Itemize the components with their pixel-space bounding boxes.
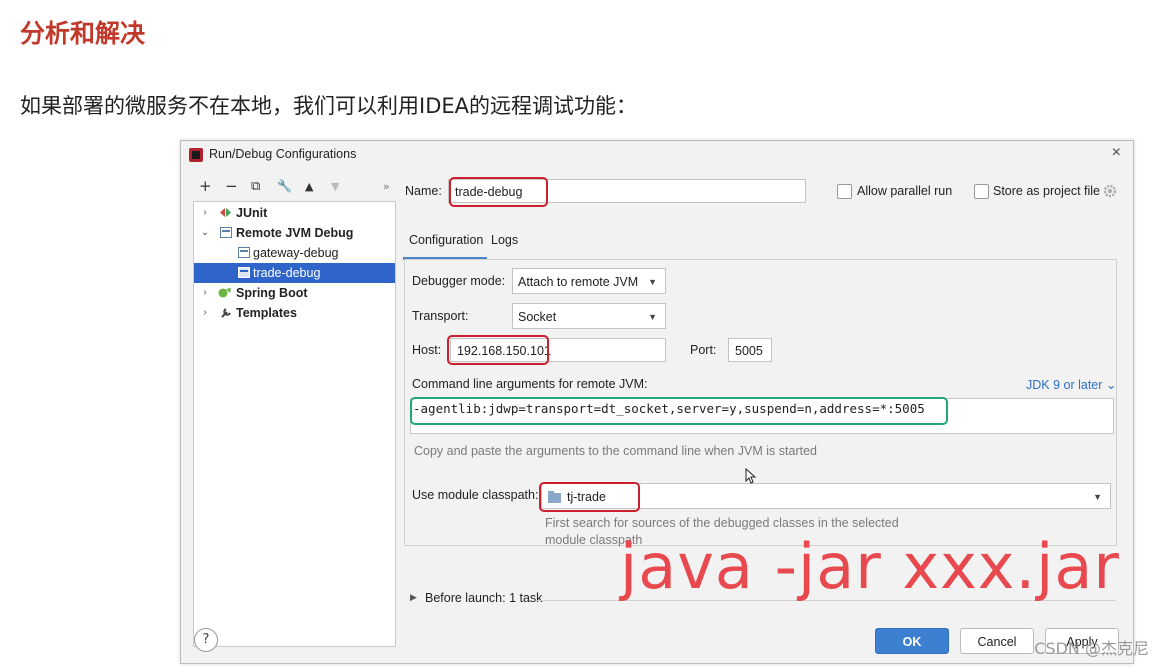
debugger-mode-select[interactable]: Attach to remote JVM ▼ <box>512 268 666 294</box>
close-icon[interactable]: × <box>1112 144 1121 162</box>
tree-item-label: JUnit <box>236 206 268 220</box>
chevron-right-icon[interactable]: › <box>200 203 210 223</box>
remove-icon[interactable]: − <box>225 177 238 195</box>
dropdown-caret-icon: ▼ <box>648 312 657 322</box>
tree-item-gateway-debug[interactable]: gateway-debug <box>194 243 395 263</box>
tree-item-spring-boot[interactable]: › Spring Boot <box>194 283 395 303</box>
port-field[interactable]: 5005 <box>728 338 772 362</box>
expand-panel-icon[interactable]: » <box>383 180 390 193</box>
tab-configuration[interactable]: Configuration <box>409 233 483 247</box>
copy-icon[interactable]: ⧉ <box>251 179 260 194</box>
host-highlight <box>447 335 549 365</box>
cancel-button[interactable]: Cancel <box>960 628 1034 654</box>
remote-jvm-icon <box>220 227 232 238</box>
debugger-mode-value: Attach to remote JVM <box>518 275 639 289</box>
spring-boot-icon <box>218 288 231 298</box>
cmd-args-hint: Copy and paste the arguments to the comm… <box>414 444 817 458</box>
move-up-icon[interactable]: ▲ <box>305 180 313 193</box>
move-down-icon[interactable]: ▼ <box>331 180 339 193</box>
mouse-cursor-icon <box>745 468 757 484</box>
remote-config-icon <box>238 247 250 258</box>
before-launch-toggle[interactable]: Before launch: 1 task <box>425 591 542 605</box>
dropdown-caret-icon: ▼ <box>1093 492 1102 502</box>
module-highlight <box>539 482 640 512</box>
gear-icon[interactable] <box>1103 184 1117 198</box>
tree-item-label: Templates <box>236 306 297 320</box>
slide-text: 如果部署的微服务不在本地，我们可以利用IDEA的远程调试功能： <box>20 94 637 118</box>
tree-item-templates[interactable]: › Templates <box>194 303 395 323</box>
wrench-icon <box>221 308 231 318</box>
watermark: CSDN @杰克尼 <box>1034 639 1149 658</box>
name-highlight <box>449 177 548 207</box>
store-project-label: Store as project file <box>993 184 1100 198</box>
config-tree: › JUnit ⌄ Remote JVM Debug gateway-debug… <box>193 201 396 647</box>
port-label: Port: <box>690 343 717 357</box>
tree-item-label: trade-debug <box>253 266 321 280</box>
overlay-annotation: java -jar xxx.jar <box>620 530 1120 603</box>
chevron-right-icon[interactable]: › <box>200 303 210 323</box>
tab-logs[interactable]: Logs <box>491 233 518 247</box>
ok-button[interactable]: OK <box>875 628 949 654</box>
dropdown-caret-icon: ▼ <box>648 277 657 287</box>
transport-value: Socket <box>518 310 557 324</box>
cmd-args-label: Command line arguments for remote JVM: <box>412 377 648 391</box>
cmd-args-highlight <box>410 397 948 425</box>
chevron-right-icon[interactable]: ▶ <box>410 592 417 603</box>
dialog-titlebar: Run/Debug Configurations × <box>181 141 1133 169</box>
tree-item-junit[interactable]: › JUnit <box>194 203 395 223</box>
name-label: Name: <box>405 184 442 198</box>
intellij-idea-icon <box>189 148 203 162</box>
tree-item-label: gateway-debug <box>253 246 339 260</box>
slide-title: 分析和解决 <box>20 19 146 48</box>
remote-config-icon <box>238 267 250 278</box>
allow-parallel-label: Allow parallel run <box>857 184 953 198</box>
chevron-right-icon[interactable]: › <box>200 283 210 303</box>
module-classpath-label: Use module classpath: <box>412 488 539 502</box>
host-label: Host: <box>412 343 442 357</box>
allow-parallel-checkbox[interactable] <box>837 184 852 199</box>
store-project-checkbox[interactable] <box>974 184 989 199</box>
jdk-version-link[interactable]: JDK 9 or later ⌄ <box>1026 377 1116 392</box>
dialog-title: Run/Debug Configurations <box>209 147 357 161</box>
add-icon[interactable]: + <box>199 177 212 195</box>
module-hint-line1: First search for sources of the debugged… <box>545 516 899 530</box>
transport-select[interactable]: Socket ▼ <box>512 303 666 329</box>
wrench-icon[interactable]: 🔧 <box>277 179 292 193</box>
junit-icon <box>220 208 231 217</box>
tree-item-label: Remote JVM Debug <box>236 226 354 240</box>
tree-item-remote-jvm-debug[interactable]: ⌄ Remote JVM Debug <box>194 223 395 243</box>
help-button[interactable]: ? <box>194 628 218 652</box>
debugger-mode-label: Debugger mode: <box>412 274 506 288</box>
chevron-down-icon[interactable]: ⌄ <box>200 223 210 243</box>
tree-item-label: Spring Boot <box>236 286 308 300</box>
transport-label: Transport: <box>412 309 469 323</box>
tree-item-trade-debug[interactable]: trade-debug <box>194 263 395 283</box>
